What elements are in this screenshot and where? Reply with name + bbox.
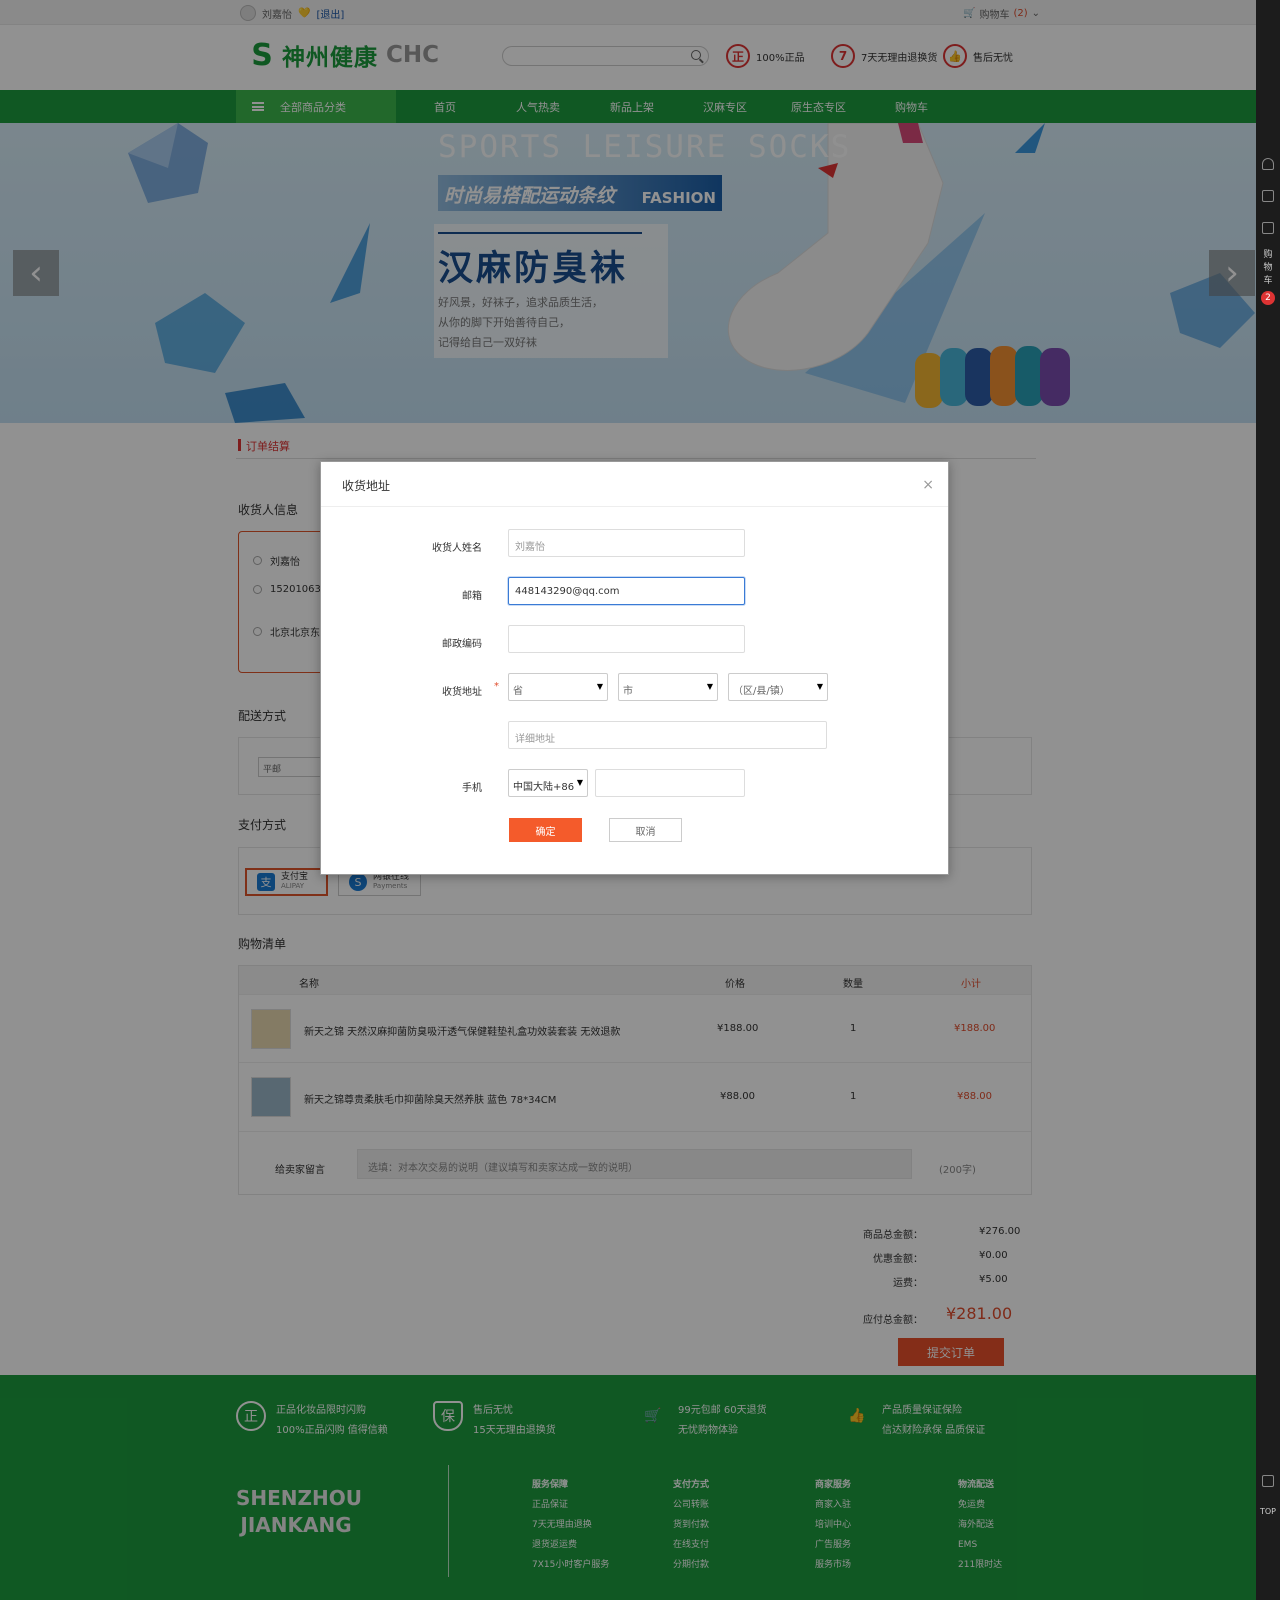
- zip-label: 邮政编码: [442, 639, 482, 650]
- toolbar-cart-char: 车: [1263, 276, 1273, 286]
- star-icon[interactable]: [1262, 190, 1274, 202]
- district-select[interactable]: （区/县/镇） ▼: [728, 673, 828, 701]
- history-icon[interactable]: [1262, 222, 1274, 234]
- detail-address-field[interactable]: 详细地址: [508, 721, 827, 749]
- zip-field[interactable]: [508, 625, 745, 653]
- province-value: 省: [513, 686, 523, 697]
- back-to-top-button[interactable]: TOP: [1260, 1505, 1276, 1518]
- email-label: 邮箱: [462, 591, 482, 602]
- city-value: 市: [623, 686, 633, 697]
- user-icon[interactable]: [1262, 158, 1274, 170]
- address-label: 收货地址: [442, 687, 482, 698]
- province-select[interactable]: 省 ▼: [508, 673, 608, 701]
- phone-label: 手机: [462, 783, 482, 794]
- receiver-name-field[interactable]: 刘嘉怡: [508, 529, 745, 557]
- district-value: （区/县/镇）: [733, 686, 790, 697]
- toolbar-cart-char: 物: [1263, 263, 1273, 273]
- close-icon[interactable]: ×: [922, 477, 934, 493]
- right-toolbar: 购 物 车 2 TOP: [1256, 0, 1280, 1600]
- dialog-header: 收货地址 ×: [321, 462, 948, 507]
- dropdown-arrow-icon: ▼: [706, 682, 713, 691]
- toolbar-cart-char: 购: [1263, 250, 1273, 260]
- confirm-button[interactable]: 确定: [509, 818, 582, 842]
- dropdown-arrow-icon: ▼: [596, 682, 603, 691]
- name-label: 收货人姓名: [432, 543, 482, 554]
- city-select[interactable]: 市 ▼: [618, 673, 718, 701]
- feedback-icon[interactable]: [1262, 1475, 1274, 1487]
- address-dialog: 收货地址 × 收货人姓名 刘嘉怡 邮箱 448143290@qq.com 邮政编…: [320, 461, 949, 875]
- dropdown-arrow-icon: ▼: [816, 682, 823, 691]
- toolbar-cart-count: 2: [1261, 291, 1275, 305]
- country-code-value: 中国大陆+86: [513, 782, 575, 793]
- dialog-title: 收货地址: [342, 479, 391, 493]
- toolbar-cart[interactable]: 购 物 车: [1260, 249, 1276, 288]
- dropdown-arrow-icon: ▼: [576, 778, 583, 787]
- email-field[interactable]: 448143290@qq.com: [508, 577, 745, 605]
- country-code-select[interactable]: 中国大陆+86 ▼: [508, 769, 588, 797]
- phone-field[interactable]: [595, 769, 745, 797]
- required-mark: *: [494, 681, 499, 692]
- cancel-button[interactable]: 取消: [609, 818, 682, 842]
